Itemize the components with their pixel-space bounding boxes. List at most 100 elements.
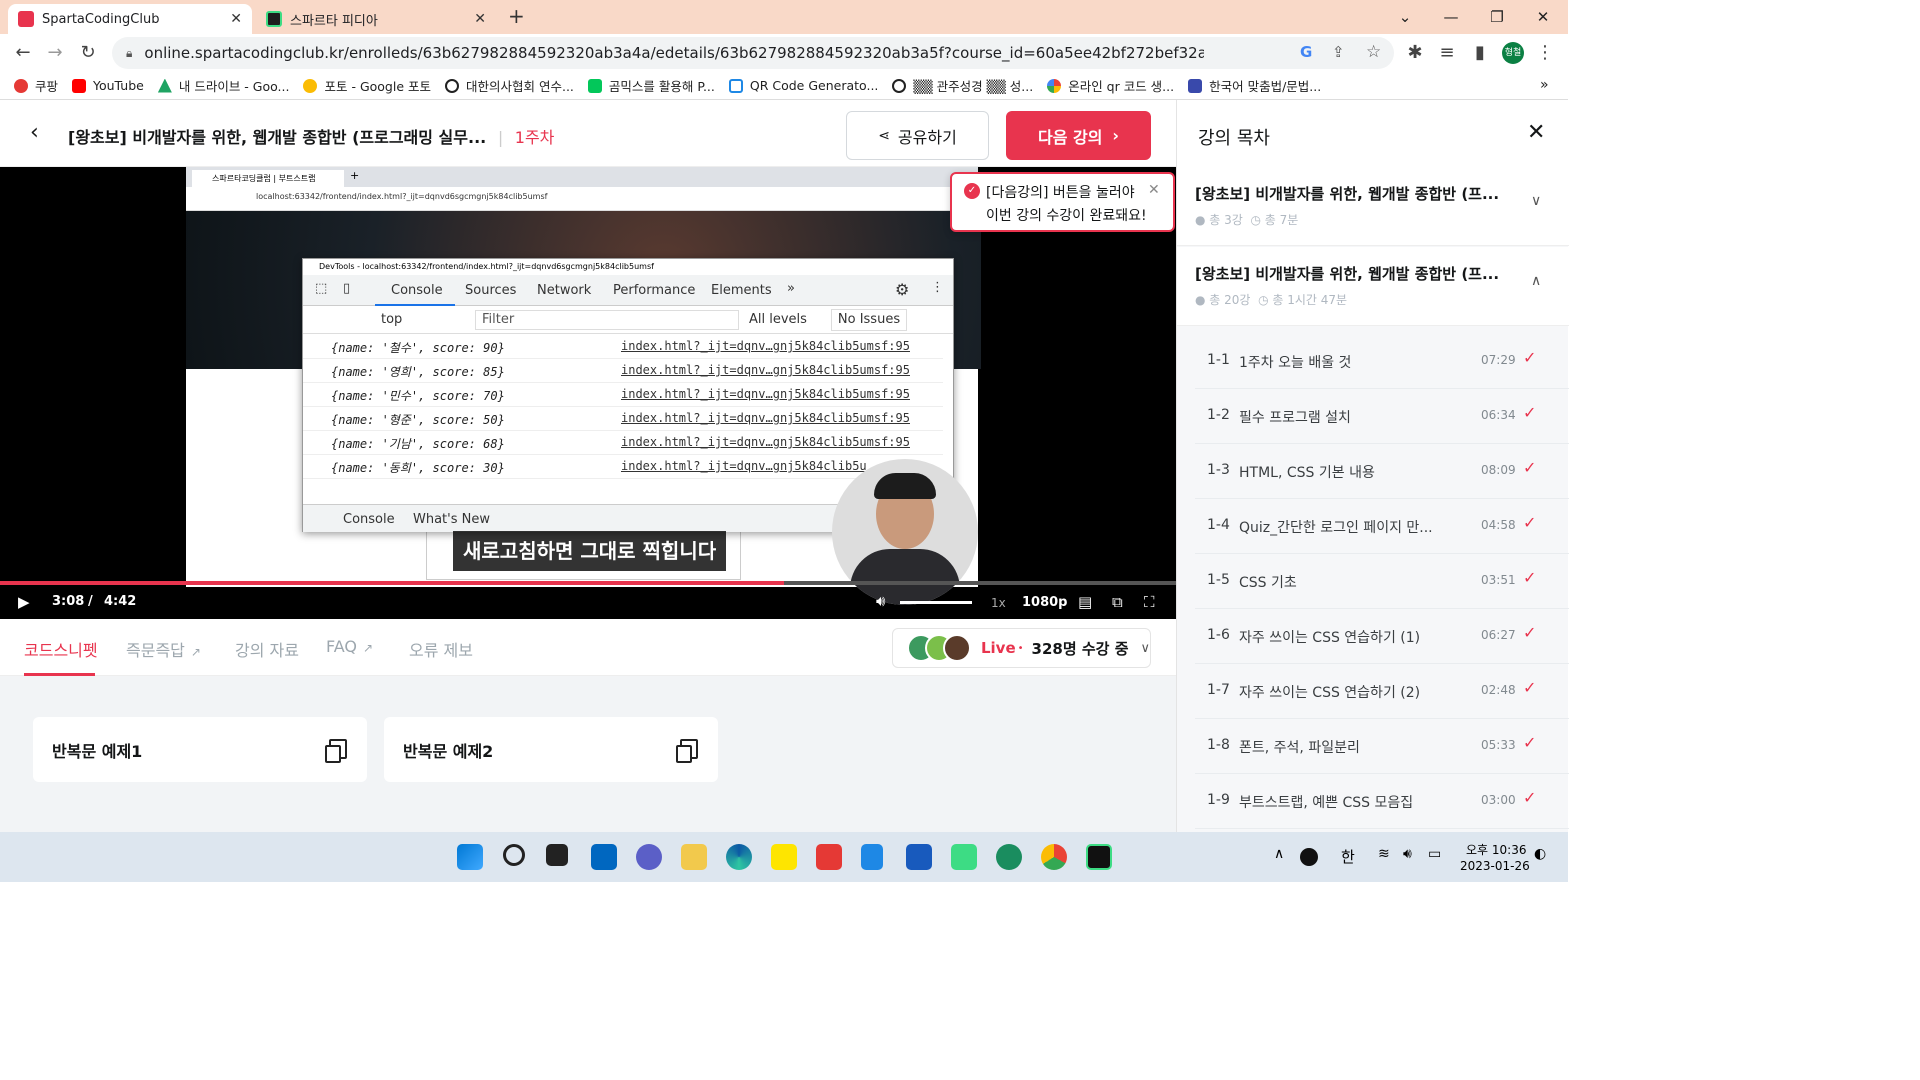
lesson-item[interactable]: 1-2 필수 프로그램 설치 06:34 ✓ [1195, 389, 1569, 444]
quality-setting[interactable]: 1080p [1022, 595, 1068, 610]
pip-icon[interactable]: ⧉ [1112, 593, 1123, 611]
captions-icon[interactable]: ▤ [1078, 593, 1092, 611]
restore-icon[interactable]: ❐ [1474, 0, 1520, 34]
tab-code-snippet[interactable]: 코드스니펫 [24, 637, 98, 661]
lesson-item[interactable]: 1-6 자주 쓰이는 CSS 연습하기 (1) 06:27 ✓ [1195, 609, 1569, 664]
ime-indicator[interactable]: 한 [1341, 846, 1355, 867]
bookmark-item[interactable]: 포토 - Google 포토 [303, 76, 431, 95]
chapter-item[interactable]: [왕초보] 비개발자를 위한, 웹개발 종합반 (프... ● 총 20강 ◷ … [1177, 247, 1569, 326]
google-icon[interactable]: G [1300, 43, 1312, 61]
tooltip-close-icon[interactable]: ✕ [1148, 182, 1160, 198]
bookmark-star-icon[interactable]: ☆ [1366, 42, 1381, 62]
console-row: {name: '동희', score: 30} index.html?_ijt=d… [303, 455, 943, 479]
console-object: {name: '형준', score: 50} [331, 413, 505, 427]
clock-time[interactable]: 오후 10:36 [1466, 841, 1526, 858]
side-panel-icon[interactable]: ▮ [1469, 42, 1491, 64]
address-bar[interactable]: 🔒︎ online.spartacodingclub.kr/enrolleds/… [112, 37, 1394, 69]
edge-icon[interactable] [726, 844, 752, 870]
bookmark-item[interactable]: QR Code Generato... [728, 78, 878, 93]
minimize-icon[interactable]: — [1428, 0, 1474, 34]
word-icon[interactable] [906, 844, 932, 870]
app-icon[interactable] [996, 844, 1022, 870]
bookmark-item[interactable]: 쿠팡 [14, 76, 58, 95]
copy-icon[interactable] [325, 739, 347, 763]
tray-app-icon[interactable] [1300, 848, 1318, 866]
bookmark-item[interactable]: 내 드라이브 - Goo... [157, 76, 289, 95]
start-icon[interactable] [457, 844, 483, 870]
task-view-icon[interactable] [546, 844, 568, 866]
profile-avatar[interactable]: 형철 [1502, 42, 1524, 64]
inner-new-tab-icon: + [350, 169, 360, 182]
more-bookmarks-icon[interactable]: » [1540, 77, 1549, 93]
forward-icon[interactable]: → [44, 42, 66, 64]
bookmark-item[interactable]: ▒▒ 관주성경 ▒▒ 성... [892, 76, 1033, 95]
media-queue-icon[interactable]: ≡ [1436, 42, 1458, 64]
volume-slider[interactable] [900, 601, 972, 604]
lesson-item[interactable]: 1-5 CSS 기초 03:51 ✓ [1195, 554, 1569, 609]
lesson-name: 부트스트랩, 예쁜 CSS 모음집 [1239, 795, 1414, 811]
kakaotalk-icon[interactable] [771, 844, 797, 870]
widgets-icon[interactable] [591, 844, 617, 870]
bookmark-item[interactable]: YouTube [72, 78, 144, 93]
bandicut-icon[interactable] [951, 844, 977, 870]
teams-chat-icon[interactable] [636, 844, 662, 870]
live-viewers-dropdown[interactable]: Live • 328명 수강 중 ∨ [892, 628, 1151, 668]
tab-lecture-materials[interactable]: 강의 자료 [235, 637, 299, 661]
next-lecture-button[interactable]: 다음 강의 › [1006, 111, 1151, 160]
video-player[interactable]: 스파르타코딩클럽 | 부트스트랩 + localhost:63342/front… [0, 167, 1176, 619]
tab-faq[interactable]: FAQ ↗ [326, 637, 373, 656]
volume-icon[interactable]: 🔊︎ [876, 592, 885, 610]
lesson-item[interactable]: 1-9 부트스트랩, 예쁜 CSS 모음집 03:00 ✓ [1195, 774, 1569, 829]
search-icon[interactable] [503, 844, 525, 866]
extensions-icon[interactable]: ✱ [1404, 42, 1426, 64]
lesson-item[interactable]: 1-4 Quiz_간단한 로그인 페이지 만... 04:58 ✓ [1195, 499, 1569, 554]
snippet-card[interactable]: 반복문 예제1 [33, 717, 367, 782]
bookmark-item[interactable]: 대한의사협회 연수... [445, 76, 574, 95]
back-chevron-icon[interactable]: ‹ [30, 120, 39, 145]
notifications-icon[interactable]: ◐ [1534, 846, 1546, 862]
close-window-icon[interactable]: ✕ [1520, 0, 1566, 34]
close-tab-icon[interactable]: ✕ [474, 11, 486, 27]
file-explorer-icon[interactable] [681, 844, 707, 870]
phone-link-icon[interactable] [861, 844, 883, 870]
pdf-icon[interactable] [816, 844, 842, 870]
clock-date[interactable]: 2023-01-26 [1460, 859, 1530, 873]
tab-error-report[interactable]: 오류 제보 [409, 637, 473, 661]
new-tab-icon[interactable]: + [508, 4, 525, 28]
lesson-number: 1-5 [1207, 572, 1230, 588]
console-source-link: index.html?_ijt=dqnv…gnj5k84clib5umsf:95 [621, 339, 910, 353]
bookmark-item[interactable]: 곰믹스를 활용해 P... [587, 76, 715, 95]
chrome-icon[interactable] [1041, 844, 1067, 870]
close-sidebar-icon[interactable]: ✕ [1527, 120, 1545, 145]
lesson-item[interactable]: 1-7 자주 쓰이는 CSS 연습하기 (2) 02:48 ✓ [1195, 664, 1569, 719]
tab-search-icon[interactable]: ⌄ [1382, 0, 1428, 34]
lesson-item[interactable]: 1-8 폰트, 주석, 파일분리 05:33 ✓ [1195, 719, 1569, 774]
pycharm-icon[interactable] [1086, 844, 1112, 870]
bookmark-item[interactable]: 한국어 맞춤법/문법... [1188, 76, 1321, 95]
chapter-item[interactable]: [왕초보] 비개발자를 위한, 웹개발 종합반 (프... ● 총 3강 ◷ 총… [1177, 167, 1569, 246]
battery-icon[interactable]: ▭ [1428, 846, 1441, 862]
wifi-icon[interactable]: ≋ [1378, 846, 1390, 862]
lesson-item[interactable]: 1-1 1주차 오늘 배울 것 07:29 ✓ [1195, 334, 1569, 389]
browser-tab-spartapedia[interactable]: 스파르타 피디아 ✕ [256, 4, 496, 34]
copy-icon[interactable] [676, 739, 698, 763]
browser-tab-spartacodingclub[interactable]: SpartaCodingClub ✕ [8, 4, 252, 34]
tab-instant-qna[interactable]: 즉문즉답 ↗ [126, 637, 201, 661]
fullscreen-icon[interactable]: ⛶ [1144, 593, 1155, 611]
share-button[interactable]: ⋖ 공유하기 [846, 111, 989, 160]
menu-kebab-icon[interactable]: ⋮ [1534, 42, 1556, 64]
tray-chevron-icon[interactable]: ∧ [1274, 846, 1284, 862]
share-page-icon[interactable]: ⇪ [1332, 43, 1345, 61]
back-icon[interactable]: ← [12, 42, 34, 64]
browser-toolbar: ← → ↻ 🔒︎ online.spartacodingclub.kr/enro… [0, 34, 1568, 72]
close-tab-icon[interactable]: ✕ [230, 11, 242, 27]
playback-speed[interactable]: 1x [991, 596, 1006, 610]
play-icon[interactable]: ▶ [18, 593, 30, 611]
tab-label: 코드스니펫 [24, 641, 98, 660]
snippet-card[interactable]: 반복문 예제2 [384, 717, 718, 782]
bookmark-item[interactable]: 온라인 qr 코드 생... [1047, 76, 1174, 95]
inner-tab-title: 스파르타코딩클럽 | 부트스트랩 [192, 170, 344, 187]
reload-icon[interactable]: ↻ [77, 42, 99, 64]
lesson-item[interactable]: 1-3 HTML, CSS 기본 내용 08:09 ✓ [1195, 444, 1569, 499]
speaker-icon[interactable]: 🔊︎ [1403, 846, 1412, 862]
